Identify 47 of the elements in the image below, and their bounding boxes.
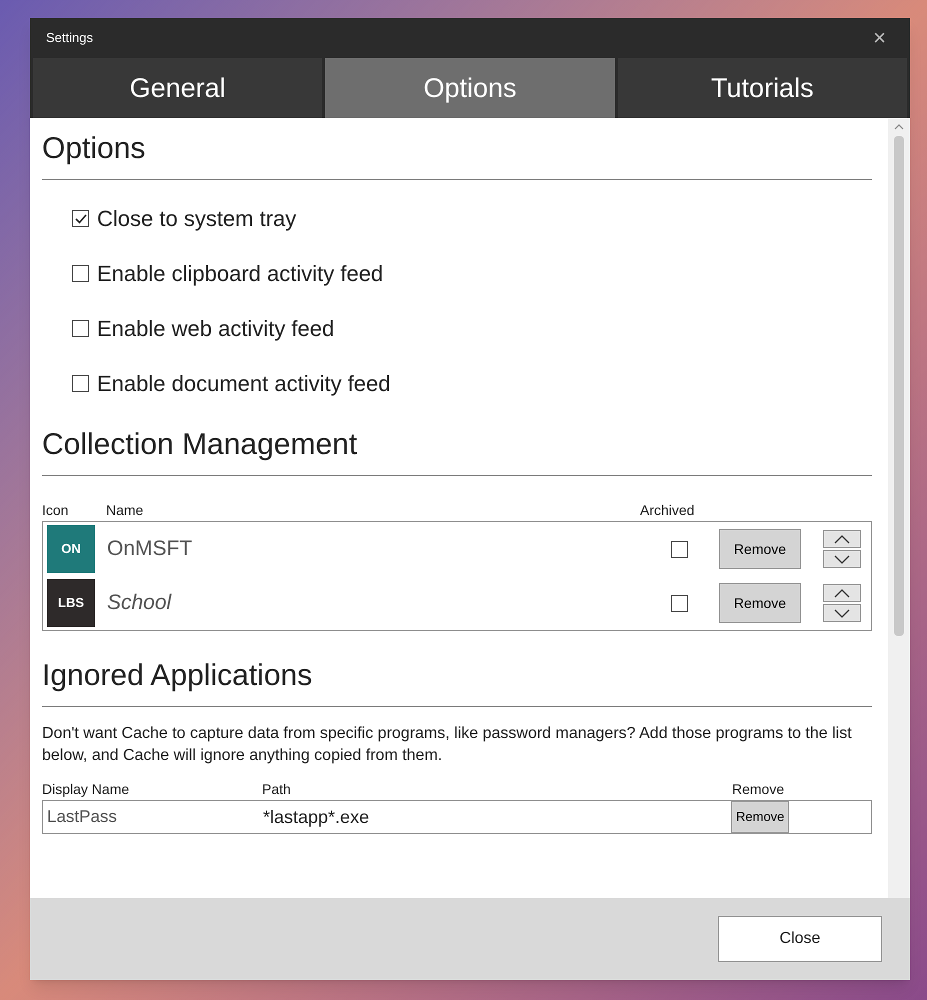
remove-button[interactable]: Remove (731, 801, 790, 833)
window-title: Settings (46, 29, 93, 48)
checkbox[interactable] (72, 210, 89, 227)
checkbox[interactable] (72, 375, 89, 392)
description-text: Don't want Cache to capture data from specific programs, like password managers? Add those programs to the list below, and Cache will ignore anything copied from them. (42, 724, 853, 766)
tab[interactable]: General (33, 58, 322, 118)
column-header: Name (106, 501, 144, 520)
scrollbar[interactable] (888, 118, 910, 898)
checkmark-icon (74, 214, 86, 224)
checkbox[interactable] (72, 320, 89, 337)
column-header: Icon (42, 501, 70, 520)
chevron-up-icon (834, 534, 850, 544)
section-heading: Ignored Applications (42, 653, 872, 707)
checkbox-label: Enable clipboard activity feed (97, 260, 384, 288)
checkbox[interactable] (670, 594, 688, 612)
table-cell-text: *lastapp*.exe (263, 806, 370, 829)
checkbox[interactable] (72, 265, 89, 282)
close-button[interactable]: Close (718, 916, 882, 962)
close-button[interactable]: × (865, 27, 894, 49)
checkbox-label: Enable document activity feed (97, 370, 391, 398)
move-down-button[interactable] (823, 550, 861, 568)
chevron-down-icon (834, 608, 850, 618)
chevron-up-icon (834, 588, 850, 598)
section-heading: Options (42, 126, 872, 180)
column-header: Remove (732, 780, 786, 799)
section-heading: Collection Management (42, 422, 872, 476)
scroll-thumb[interactable] (894, 136, 904, 636)
checkbox-label: Enable web activity feed (97, 315, 334, 343)
move-up-button[interactable] (823, 530, 861, 548)
tab[interactable]: Options (325, 58, 615, 118)
column-header: Path (262, 780, 292, 799)
collection-icon: LBS (47, 579, 95, 627)
collection-icon: ON (47, 525, 95, 573)
move-up-button[interactable] (823, 584, 861, 602)
column-header: Archived (640, 501, 696, 520)
column-header: Display Name (42, 780, 130, 799)
chevron-down-icon (834, 554, 850, 564)
collection-name: School (107, 590, 172, 616)
checkbox[interactable] (670, 540, 688, 558)
table-cell-text: LastPass (46, 806, 118, 828)
collection-name: OnMSFT (107, 536, 194, 562)
remove-button[interactable]: Remove (719, 529, 801, 569)
checkbox-label: Close to system tray (97, 205, 296, 233)
move-down-button[interactable] (823, 604, 861, 622)
remove-button[interactable]: Remove (719, 583, 801, 623)
scroll-up-icon[interactable] (894, 124, 904, 130)
tab[interactable]: Tutorials (618, 58, 907, 118)
